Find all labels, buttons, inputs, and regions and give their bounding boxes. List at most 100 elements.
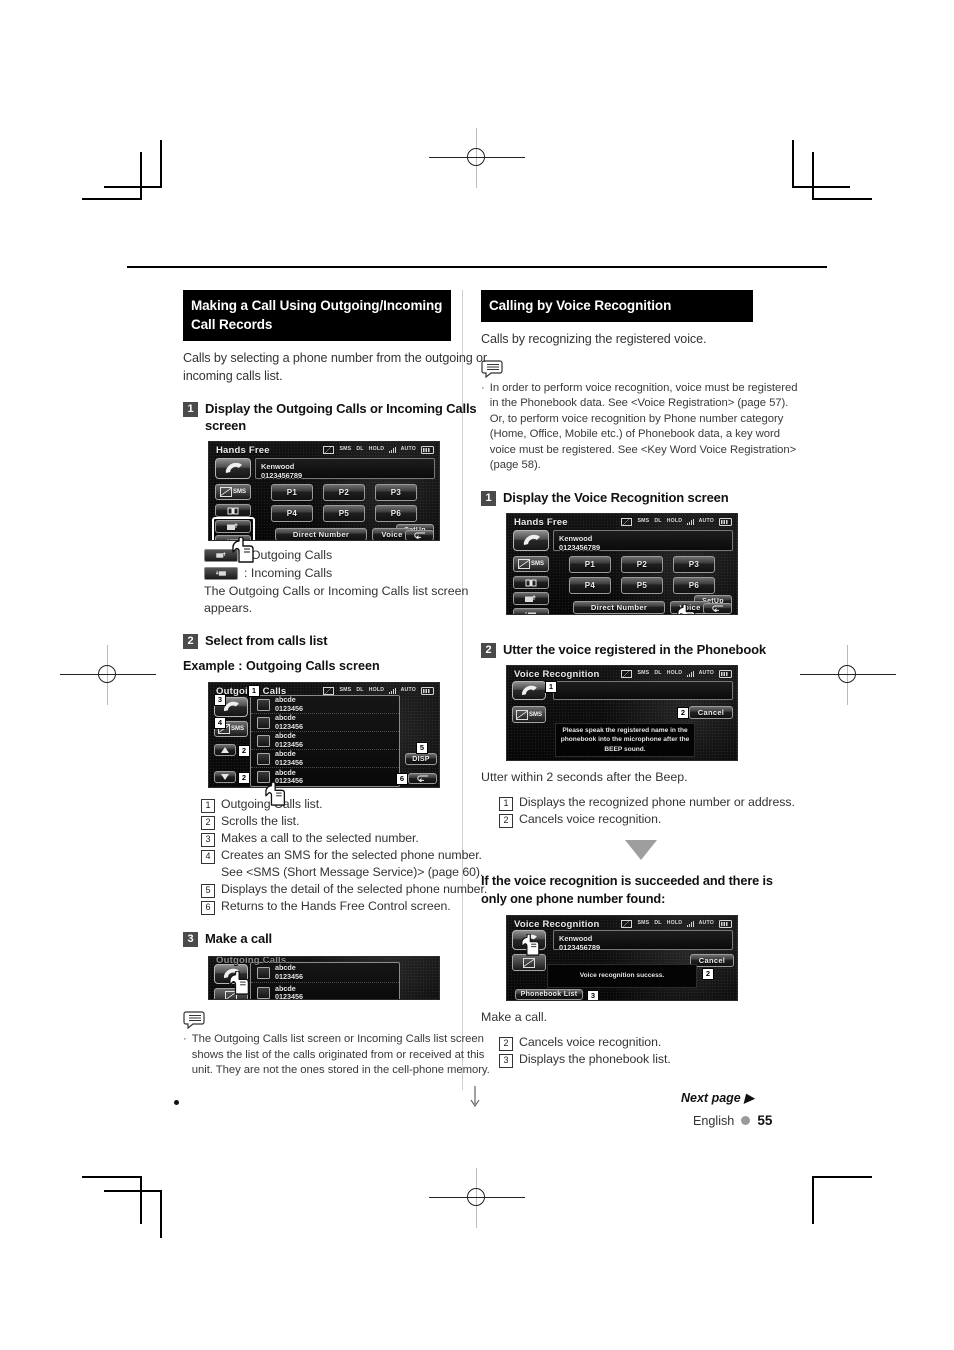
note-row: · The Outgoing Calls list screen or Inco… [183,1032,503,1079]
hands-free-screen-2[interactable]: Hands Free SMS DL HOLD AUTO Kenwood 0123… [506,513,738,616]
definition-text: Makes a call to the selected number. [221,831,419,845]
callout-1: 1 [248,685,260,697]
return-button[interactable] [405,530,434,540]
sms-icon [323,446,335,454]
auto-icon: AUTO [400,446,416,453]
call-button[interactable] [513,530,549,552]
select-checkbox[interactable] [257,752,270,765]
step-label: Utter the voice registered in the Phoneb… [503,642,766,658]
voice-prompt-dialog: Please speak the registered name in the … [555,723,695,758]
definition-text: Displays the detail of the selected phon… [221,882,488,896]
scroll-down-button[interactable] [214,771,236,783]
note-text: The Outgoing Calls list screen or Incomi… [191,1033,490,1077]
callout-3: 3 [587,990,599,1001]
sms-label-icon: SMS [637,670,650,677]
bullet: · [183,1033,187,1045]
legend-text-incoming: : Incoming Calls [244,566,333,580]
preset-button-p4[interactable]: P4 [271,505,313,522]
crop-mark-tl-v2 [160,140,162,188]
preset-button-p1[interactable]: P1 [569,556,611,574]
definition-number: 1 [499,797,513,812]
dialog-text: Please speak the registered name in the … [560,726,690,753]
select-checkbox[interactable] [257,966,270,979]
return-button[interactable] [408,773,437,784]
gutter-arrow-icon [470,1086,480,1113]
definition-number: 3 [499,1054,513,1069]
select-checkbox[interactable] [257,698,270,711]
screen-title: Outgoing Calls [216,956,287,966]
hands-free-screen-1[interactable]: Hands Free SMS DL HOLD AUTO Kenwood 0123… [208,441,440,541]
sms-button[interactable]: SMS [512,706,546,724]
phonebook-button[interactable] [215,504,251,517]
step2-right-definitions: 1 Displays the recognized phone number o… [499,794,801,829]
phonebook-list-button[interactable]: Phonebook List [515,989,583,1001]
cancel-button[interactable]: Cancel [689,706,733,720]
preset-button-p2[interactable]: P2 [621,556,663,574]
list-item[interactable]: abcde 0123456 [251,731,399,750]
disp-button[interactable]: DISP [405,753,437,765]
next-page-label: Next page [681,1091,741,1105]
phonebook-button[interactable] [513,576,549,590]
definition-row: 5 Displays the detail of the selected ph… [201,881,503,898]
list-item[interactable]: abcde 0123456 [251,713,399,732]
call-button[interactable] [215,458,251,479]
direct-number-button[interactable]: Direct Number [275,528,367,540]
preset-button-p6[interactable]: P6 [375,505,417,522]
preset-button-p2[interactable]: P2 [323,484,365,501]
caller-info-field: Kenwood 0123456789 [553,930,733,952]
right-section-title: Calling by Voice Recognition [481,290,753,322]
success-heading: If the voice recognition is succeeded an… [481,873,773,906]
select-checkbox[interactable] [257,987,270,999]
voice-recognition-success-screen[interactable]: Voice Recognition SMS DL HOLD AUTO Kenwo… [506,915,738,1002]
caller-info-field: Kenwood 0123456789 [255,458,435,480]
crop-mark-br-h [812,1176,872,1178]
list-item[interactable]: abcde 0123456 [251,983,399,1000]
outgoing-calls-screen[interactable]: Outgoing Calls SMS DL HOLD AUTO SMS abcd… [208,682,440,788]
list-item[interactable]: abcde 0123456 [251,963,399,983]
select-checkbox[interactable] [257,734,270,747]
note-text: In order to perform voice recognition, v… [489,381,798,472]
incoming-calls-button[interactable] [513,608,549,615]
entry-text: abcde 0123456 [275,695,303,713]
sms-button-label: SMS [232,489,246,495]
calls-list[interactable]: abcde 0123456 abcde 0123456 abcde 0123456 a… [250,695,400,787]
preset-button-p3[interactable]: P3 [673,556,715,574]
caller-number: 0123456789 [559,543,601,553]
preset-button-p5[interactable]: P5 [323,505,365,522]
direct-number-button[interactable]: Direct Number [573,601,665,615]
definition-number: 4 [201,850,215,864]
return-button[interactable] [703,603,732,615]
caller-info-field: Kenwood 0123456789 [553,530,733,553]
list-item[interactable]: abcde 0123456 [251,696,399,714]
preset-button-p1[interactable]: P1 [271,484,313,501]
list-item[interactable]: abcde 0123456 [251,749,399,768]
callout-6: 6 [396,773,408,785]
sms-button[interactable]: SMS [513,556,549,573]
call-button[interactable] [512,681,546,701]
voice-recognition-screen[interactable]: Voice Recognition SMS DL HOLD AUTO SMS C… [506,665,738,762]
status-bar: SMS DL HOLD AUTO [621,518,732,527]
sms-icon [621,920,633,929]
preset-button-p6[interactable]: P6 [673,577,715,595]
callout-4: 4 [214,717,226,729]
auto-icon: AUTO [698,920,714,927]
preset-button-p4[interactable]: P4 [569,577,611,595]
entry-text: abcde 0123456 [275,749,303,767]
preset-button-p5[interactable]: P5 [621,577,663,595]
preset-button-p3[interactable]: P3 [375,484,417,501]
outgoing-calls-button[interactable] [513,592,549,606]
select-checkbox[interactable] [257,716,270,729]
make-a-call-screen[interactable]: Outgoing Calls abcde 0123456 abcde 0123456 [208,956,440,1000]
finger-cursor-call [519,934,545,956]
sms-button[interactable] [512,954,546,972]
sms-button[interactable]: SMS [215,484,251,500]
step-label: Display the Outgoing Calls or Incoming C… [205,401,477,433]
next-page-link[interactable]: Next page ▶ [681,1090,754,1105]
scroll-up-button[interactable] [214,744,236,756]
calls-list[interactable]: abcde 0123456 abcde 0123456 [250,962,400,1000]
entry-text: abcde 0123456 [275,983,303,1000]
hold-icon: HOLD [368,687,385,694]
callout-2-down: 2 [238,772,250,784]
sms-icon [621,518,633,527]
crop-mark-bl-h2 [104,1190,162,1192]
